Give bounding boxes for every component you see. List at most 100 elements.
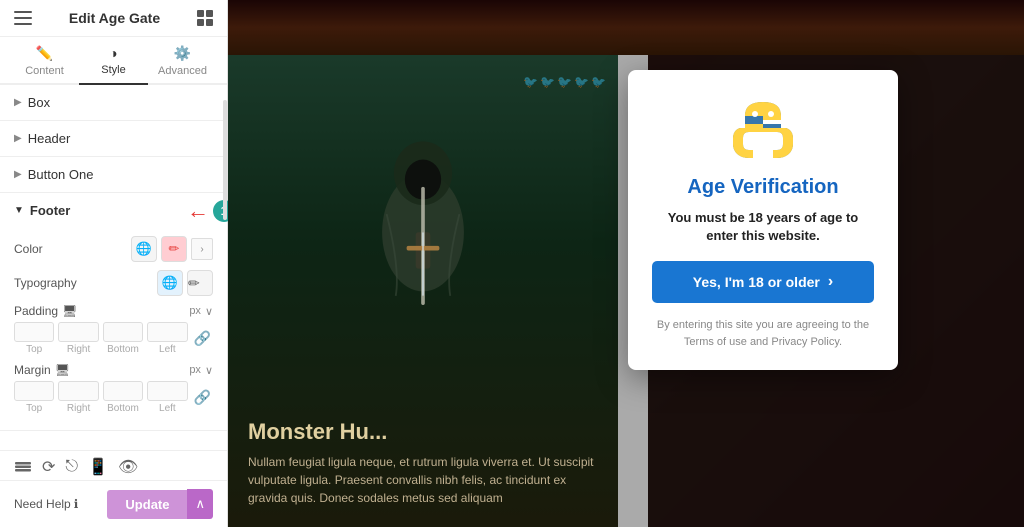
padding-bottom-input[interactable] <box>103 322 143 342</box>
padding-top-input[interactable] <box>14 322 54 342</box>
footer-accordion-header[interactable]: ▼ Footer ← 1 <box>0 193 227 228</box>
padding-unit: px <box>189 305 201 317</box>
bottom-bar: Need Help ℹ Update ∧ <box>0 480 227 527</box>
content-title: Monster Hu... <box>248 419 598 445</box>
age-verify-button[interactable]: Yes, I'm 18 or older › <box>652 261 874 303</box>
red-arrow-icon: ← <box>187 200 209 222</box>
history-icon-button[interactable]: ⎋ <box>65 458 78 476</box>
style-tabs: ✏️ Content ◑ Style ⚙️ Advanced <box>0 37 227 85</box>
margin-left-input[interactable] <box>147 381 187 401</box>
margin-bottom-label: Bottom <box>107 403 139 414</box>
margin-unit-row: px ∨ <box>189 364 213 377</box>
update-chevron-button[interactable]: ∧ <box>187 489 213 519</box>
tab-content[interactable]: ✏️ Content <box>10 37 79 85</box>
layers-icon-button[interactable] <box>14 458 32 476</box>
typography-globe-button[interactable]: 🌐 <box>157 270 183 296</box>
effects-icon-button[interactable]: ⟳ <box>42 457 55 477</box>
margin-inputs: Top Right Bottom Left 🔗 <box>14 381 213 414</box>
grid-view-button[interactable] <box>197 10 213 26</box>
top-bar <box>228 0 1024 55</box>
padding-inputs: Top Right Bottom Left 🔗 <box>14 322 213 355</box>
typography-controls: 🌐 ✏ <box>157 270 213 296</box>
color-label: Color <box>14 242 94 256</box>
margin-header: Margin 🖥 px ∨ <box>14 363 213 377</box>
advanced-tab-icon: ⚙️ <box>174 45 191 62</box>
tab-style[interactable]: ◑ Style <box>79 37 148 85</box>
button-one-arrow-icon: ▶ <box>14 169 22 180</box>
hamburger-menu-button[interactable] <box>14 11 32 25</box>
panel-scrollbar[interactable] <box>223 100 227 220</box>
style-tab-label: Style <box>101 64 125 76</box>
bottom-actions: Update ∧ <box>107 489 213 519</box>
content-tab-label: Content <box>25 65 64 77</box>
content-tab-icon: ✏️ <box>36 45 53 62</box>
typography-pen-button[interactable]: ✏ <box>187 270 213 296</box>
need-help-link[interactable]: Need Help ℹ <box>14 497 78 511</box>
need-help-label: Need Help <box>14 497 71 511</box>
panel-header: Edit Age Gate <box>0 0 227 37</box>
advanced-tab-label: Advanced <box>158 65 207 77</box>
padding-top-label: Top <box>26 344 42 355</box>
margin-top-input[interactable] <box>14 381 54 401</box>
margin-monitor-icon: 🖥 <box>55 363 70 377</box>
box-arrow-icon: ▶ <box>14 97 22 108</box>
modal-subtitle: You must be 18 years of age to enter thi… <box>652 209 874 245</box>
age-gate-modal: Age Verification You must be 18 years of… <box>628 70 898 370</box>
footer-form-body: Color 🌐 ✏ › Typography 🌐 ✏ Pad <box>0 228 227 430</box>
panel-header-icons <box>197 10 213 26</box>
header-section: ▶ Header <box>0 121 227 157</box>
left-panel: Edit Age Gate ✏️ Content ◑ Style ⚙️ Adva… <box>0 0 228 527</box>
header-accordion-header[interactable]: ▶ Header <box>0 121 227 156</box>
right-area: 🐦🐦🐦🐦🐦 Monster Hu... Nullam feugiat ligul… <box>228 0 1024 527</box>
padding-right-wrap: Right <box>58 322 98 355</box>
padding-left-label: Left <box>159 344 176 355</box>
padding-left-input[interactable] <box>147 322 187 342</box>
padding-bottom-label: Bottom <box>107 344 139 355</box>
box-header[interactable]: ▶ Box <box>0 85 227 120</box>
modal-title: Age Verification <box>687 176 838 199</box>
modal-footer-text: By entering this site you are agreeing t… <box>652 317 874 350</box>
color-pen-button[interactable]: ✏ <box>161 236 187 262</box>
margin-right-input[interactable] <box>58 381 98 401</box>
margin-bottom-input[interactable] <box>103 381 143 401</box>
padding-container: Padding 🖥 px ∨ Top Right <box>14 304 213 355</box>
margin-bottom-wrap: Bottom <box>103 381 143 414</box>
margin-right-wrap: Right <box>58 381 98 414</box>
padding-link-icon[interactable]: 🔗 <box>192 330 213 347</box>
button-one-label: Button One <box>28 167 94 182</box>
margin-right-label: Right <box>67 403 90 414</box>
color-globe-button[interactable]: 🌐 <box>131 236 157 262</box>
padding-left-wrap: Left <box>147 322 187 355</box>
padding-right-label: Right <box>67 344 90 355</box>
footer-label: Footer <box>30 203 70 218</box>
padding-right-input[interactable] <box>58 322 98 342</box>
padding-top-wrap: Top <box>14 322 54 355</box>
update-button[interactable]: Update <box>107 490 187 519</box>
python-logo <box>731 98 795 162</box>
typography-label: Typography <box>14 276 94 290</box>
button-one-header[interactable]: ▶ Button One <box>0 157 227 192</box>
responsive-icon-button[interactable]: 📱 <box>88 457 108 477</box>
margin-left-label: Left <box>159 403 176 414</box>
margin-link-icon[interactable]: 🔗 <box>192 389 213 406</box>
modal-btn-chevron-icon: › <box>828 273 833 291</box>
padding-unit-chevron: ∨ <box>205 305 213 318</box>
margin-left-wrap: Left <box>147 381 187 414</box>
padding-label-row: Padding 🖥 <box>14 304 77 318</box>
content-image-area: 🐦🐦🐦🐦🐦 Monster Hu... Nullam feugiat ligul… <box>228 55 618 527</box>
color-controls: 🌐 ✏ <box>131 236 187 262</box>
style-tab-icon: ◑ <box>109 45 117 61</box>
header-arrow-icon: ▶ <box>14 133 22 144</box>
panel-title: Edit Age Gate <box>69 10 160 26</box>
margin-unit: px <box>189 364 201 376</box>
button-one-section: ▶ Button One <box>0 157 227 193</box>
age-verify-label: Yes, I'm 18 or older <box>693 274 820 290</box>
padding-bottom-wrap: Bottom <box>103 322 143 355</box>
eye-icon-button[interactable]: 👁 <box>118 457 138 477</box>
color-side-button[interactable]: › <box>191 238 213 260</box>
header-label: Header <box>28 131 71 146</box>
margin-label: Margin <box>14 363 51 377</box>
content-body: Nullam feugiat ligula neque, et rutrum l… <box>248 453 598 507</box>
margin-container: Margin 🖥 px ∨ Top Right <box>14 363 213 414</box>
tab-advanced[interactable]: ⚙️ Advanced <box>148 37 217 85</box>
